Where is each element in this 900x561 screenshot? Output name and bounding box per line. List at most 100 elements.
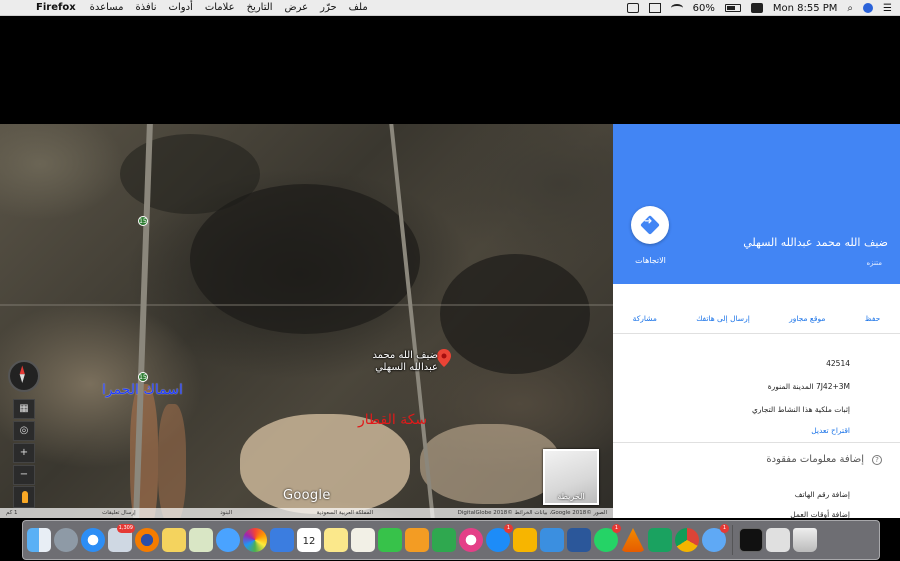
itunes-icon[interactable] [459,528,483,552]
dock-area: 1,309 12 1 1 1 [0,518,900,561]
google-logo: Google [283,488,331,503]
compass-icon[interactable] [8,360,40,392]
facetime-icon[interactable] [378,528,402,552]
stickies-icon[interactable] [324,528,348,552]
chat-icon[interactable]: 1 [702,524,729,552]
share-button[interactable]: مشاركة [633,314,657,323]
menu-file[interactable]: ملف [349,2,368,13]
grid-view-button[interactable]: ▦ [13,399,35,419]
action-bar: حفظ موقع مجاور إرسال إلى هاتفك مشاركة [613,304,900,334]
notes-icon[interactable] [162,528,186,552]
menu-history[interactable]: التاريخ [247,2,273,13]
safari-icon[interactable] [81,528,105,552]
chat-badge: 1 [720,524,729,533]
postal-code: 42514 [826,359,850,368]
add-hours-link[interactable]: إضافة أوقات العمل [790,510,850,518]
terminal-icon[interactable] [739,528,763,552]
claim-business-link[interactable]: إثبات ملكية هذا النشاط التجاري [752,405,850,414]
textedit-icon[interactable] [351,528,375,552]
save-button[interactable]: حفظ [865,314,881,323]
screen-icon[interactable] [626,3,639,13]
map-type-label: الخريطة [557,492,585,501]
app-store-icon[interactable]: 1 [486,524,513,552]
attribution-feedback[interactable]: إرسال تعليقات [102,510,136,516]
dock: 1,309 12 1 1 1 [22,520,880,560]
menu-list: ملف حرّر عرض التاريخ علامات أدوات نافذة … [90,2,368,13]
send-to-phone-button[interactable]: إرسال إلى هاتفك [696,314,750,323]
map-attribution: الصور ©2018 Google، بيانات الخرائط ©Digi… [0,508,613,518]
siri-icon[interactable] [863,3,874,13]
directions-label[interactable]: الاتجاهات [623,256,678,265]
launchpad-icon[interactable] [54,528,78,552]
nearby-button[interactable]: موقع مجاور [789,314,825,323]
menu-bookmarks[interactable]: علامات [205,2,235,13]
finder-icon[interactable] [27,528,51,552]
pages-icon[interactable] [405,528,429,552]
keyboard-layout-icon[interactable] [750,3,763,13]
location-pin-icon[interactable] [437,349,451,367]
attribution-country: المملكة العربية السعودية [316,510,374,516]
menu-edit[interactable]: حرّر [320,2,337,13]
map-sand [420,424,560,504]
trash-icon[interactable] [793,528,817,552]
wifi-icon[interactable] [670,4,683,12]
whatsapp-badge: 1 [612,524,621,533]
sketch-icon[interactable] [513,528,537,552]
map-valley [158,404,186,518]
browser-chrome-hidden [0,16,900,124]
menu-window[interactable]: نافذة [135,2,156,13]
vpn-icon[interactable] [648,528,672,552]
menu-help[interactable]: مساعدة [90,2,124,13]
directions-button[interactable] [631,206,669,244]
keyboard-icon[interactable] [766,528,790,552]
messages-icon[interactable] [216,528,240,552]
vlc-icon[interactable] [621,528,645,552]
locate-me-button[interactable]: ◎ [13,421,35,441]
add-phone-link[interactable]: إضافة رقم الهاتف [795,490,850,499]
place-panel: الاتجاهات ضيف الله محمد عبدالله السهلي م… [613,124,900,518]
battery-percent: 60% [692,2,715,14]
app-store-badge: 1 [504,524,513,533]
menu-view[interactable]: عرض [285,2,309,13]
clock[interactable]: Mon 8:55 PM [773,3,838,14]
plus-code: 7J42+3M المدينة المنورة [767,382,850,391]
menu-app-name[interactable]: Firefox [36,2,76,13]
calendar-icon[interactable]: 12 [297,528,321,552]
status-area: 60% Mon 8:55 PM ⌕ ☰ [626,0,892,16]
satellite-map[interactable]: 15 15 ضيف الله محمد عبدالله السهلي اسماك… [0,124,613,518]
battery-icon[interactable] [724,4,741,12]
whatsapp-icon[interactable]: 1 [594,524,621,552]
attribution-imagery: الصور ©2018 Google، بيانات الخرائط ©Digi… [457,510,607,516]
missing-info-heading: ? إضافة معلومات مفقودة [766,454,882,465]
attribution-terms[interactable]: البنود [220,510,232,516]
place-title: ضيف الله محمد عبدالله السهلي [743,236,888,249]
help-icon[interactable]: ? [872,454,882,465]
migration-icon[interactable] [540,528,564,552]
menu-tools[interactable]: أدوات [169,2,193,13]
photos-icon[interactable] [243,528,267,552]
scale-bar[interactable]: 1 كم [6,510,18,516]
pin-label[interactable]: ضيف الله محمد عبدالله السهلي [360,350,438,374]
word-icon[interactable] [567,528,591,552]
map-type-toggle[interactable]: الخريطة [543,449,599,505]
chrome-icon[interactable] [675,528,699,552]
zoom-in-button[interactable]: + [13,443,35,463]
suggest-edit-link[interactable]: اقتراح تعديل [811,426,850,435]
search-icon[interactable]: ⌕ [847,3,853,14]
numbers-icon[interactable] [432,528,456,552]
notification-center-icon[interactable]: ☰ [883,3,892,14]
firefox-icon[interactable] [135,528,159,552]
panel-header: الاتجاهات ضيف الله محمد عبدالله السهلي م… [613,124,900,284]
mail-badge: 1,309 [116,524,135,533]
mail-icon[interactable]: 1,309 [108,524,135,552]
keynote-icon[interactable] [270,528,294,552]
road-shield: 15 [138,372,148,382]
map-dark-terrain [120,134,260,214]
airplay-icon[interactable] [648,3,661,13]
menu-bar: Firefox ملف حرّر عرض التاريخ علامات أدوا… [0,0,900,16]
zoom-out-button[interactable]: − [13,465,35,485]
missing-info-label: إضافة معلومات مفقودة [766,454,864,465]
place-category[interactable]: متنزه [866,259,882,267]
preview-icon[interactable] [189,528,213,552]
pegman-icon[interactable] [13,486,35,508]
